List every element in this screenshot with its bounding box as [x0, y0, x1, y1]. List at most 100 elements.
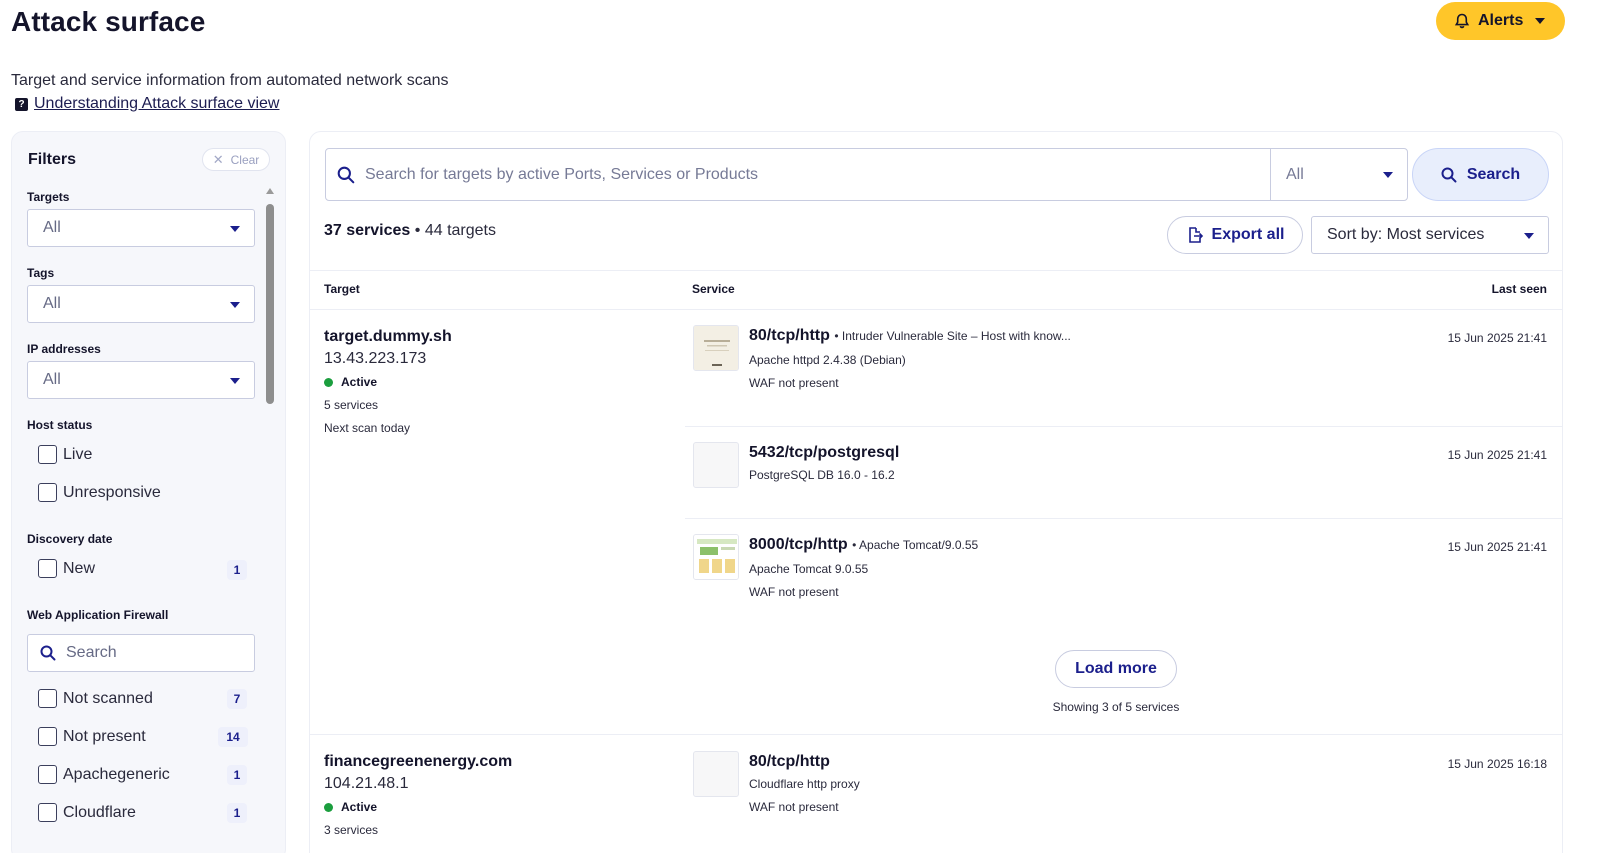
service-port[interactable]: 80/tcp/http — [749, 753, 830, 771]
service-screenshot-thumbnail[interactable] — [693, 325, 739, 371]
service-waf: WAF not present — [749, 585, 839, 599]
scroll-up-arrow[interactable] — [266, 188, 274, 194]
waf-search-placeholder: Search — [66, 644, 117, 661]
targets-filter-select[interactable]: All — [27, 209, 255, 247]
host-status-live-checkbox[interactable]: Live — [38, 445, 92, 464]
service-waf: WAF not present — [749, 800, 839, 814]
service-screenshot-thumbnail[interactable] — [693, 751, 739, 797]
discovery-date-label: Discovery date — [27, 532, 113, 546]
checkbox[interactable] — [38, 689, 57, 708]
count-badge: 1 — [227, 765, 247, 785]
service-port[interactable]: 80/tcp/http • Intruder Vulnerable Site –… — [749, 327, 1071, 345]
count-badge: 14 — [218, 727, 248, 747]
checkbox[interactable] — [38, 559, 57, 578]
targets-filter-value: All — [43, 219, 61, 236]
checkbox[interactable] — [38, 727, 57, 746]
search-button-label: Search — [1466, 165, 1521, 183]
sort-value: Sort by: Most services — [1327, 226, 1485, 243]
column-header-target: Target — [324, 282, 360, 296]
service-port[interactable]: 8000/tcp/http • Apache Tomcat/9.0.55 — [749, 536, 978, 554]
checkbox[interactable] — [38, 483, 57, 502]
chevron-down-icon — [1524, 233, 1534, 239]
help-link-label[interactable]: Understanding Attack surface view — [34, 95, 279, 113]
target-name[interactable]: financegreenenergy.com — [324, 753, 512, 771]
checkbox-label: Not scanned — [63, 689, 153, 707]
load-more-button[interactable]: Load more — [1055, 650, 1177, 688]
service-last-seen: 15 Jun 2025 21:41 — [1447, 331, 1547, 345]
alerts-label: Alerts — [1478, 12, 1524, 29]
filters-title: Filters — [28, 151, 77, 168]
checkbox-label: Apachegeneric — [63, 765, 170, 783]
service-port-label: 80/tcp/http — [749, 327, 830, 344]
service-last-seen: 15 Jun 2025 21:41 — [1447, 540, 1547, 554]
checkbox-label: Unresponsive — [63, 483, 161, 501]
chevron-down-icon — [230, 302, 240, 308]
checkbox[interactable] — [38, 803, 57, 822]
alerts-button[interactable]: Alerts — [1436, 2, 1565, 40]
targets-count: 44 targets — [424, 222, 496, 239]
page-subtitle: Target and service information from auto… — [11, 72, 449, 89]
site-thumbnail-image — [694, 326, 738, 370]
waf-cloudflare-checkbox[interactable]: Cloudflare — [38, 803, 136, 822]
tags-filter-label: Tags — [27, 266, 55, 280]
checkbox-label: Not present — [63, 727, 146, 745]
clear-filters-button[interactable]: ✕ Clear — [202, 148, 270, 171]
waf-apachegeneric-checkbox[interactable]: Apachegeneric — [38, 765, 170, 784]
tags-filter-select[interactable]: All — [27, 285, 255, 323]
status-label: Active — [341, 800, 378, 814]
count-badge: 1 — [227, 560, 247, 580]
sort-select[interactable]: Sort by: Most services — [1311, 216, 1549, 254]
results-panel: Search for targets by active Ports, Serv… — [309, 131, 1563, 853]
ip-filter-value: All — [43, 371, 61, 388]
service-product: PostgreSQL DB 16.0 - 16.2 — [749, 468, 895, 482]
search-scope-select[interactable]: All — [1271, 148, 1407, 201]
waf-not-scanned-checkbox[interactable]: Not scanned — [38, 689, 153, 708]
bell-icon — [1454, 13, 1470, 29]
search-icon — [40, 645, 56, 661]
target-name[interactable]: target.dummy.sh — [324, 328, 452, 346]
export-all-button[interactable]: Export all — [1167, 216, 1303, 254]
export-all-label: Export all — [1211, 226, 1285, 243]
service-port-label: 5432/tcp/postgresql — [749, 444, 900, 461]
divider — [685, 518, 1562, 519]
status-label: Active — [341, 375, 378, 389]
status-badge: Active — [324, 375, 377, 389]
targets-filter-label: Targets — [27, 190, 70, 204]
count-separator: • — [414, 222, 421, 239]
clear-label: Clear — [230, 152, 260, 167]
status-badge: Active — [324, 800, 377, 814]
target-search-bar[interactable]: Search for targets by active Ports, Serv… — [325, 148, 1408, 201]
count-badge: 7 — [227, 689, 247, 709]
help-link[interactable]: ? Understanding Attack surface view — [15, 95, 279, 113]
close-icon: ✕ — [212, 151, 224, 167]
chevron-down-icon — [1383, 172, 1393, 178]
service-screenshot-thumbnail[interactable] — [693, 442, 739, 488]
ip-filter-label: IP addresses — [27, 342, 101, 356]
checkbox[interactable] — [38, 445, 57, 464]
search-button[interactable]: Search — [1412, 148, 1549, 201]
target-ip: 104.21.48.1 — [324, 775, 409, 792]
services-count: 37 services — [324, 222, 411, 239]
service-title: • Intruder Vulnerable Site – Host with k… — [834, 329, 1071, 343]
target-search-input[interactable]: Search for targets by active Ports, Serv… — [365, 166, 1270, 184]
search-icon — [337, 166, 355, 183]
checkbox-label: Live — [63, 445, 93, 463]
service-product: Cloudflare http proxy — [749, 777, 860, 791]
service-screenshot-thumbnail[interactable] — [693, 534, 739, 580]
ip-filter-select[interactable]: All — [27, 361, 255, 399]
target-services-count: 5 services — [324, 398, 379, 412]
filters-scrollbar[interactable] — [266, 204, 274, 404]
service-waf: WAF not present — [749, 376, 839, 390]
divider — [310, 734, 1562, 735]
checkbox-label: New — [63, 559, 96, 577]
service-last-seen: 15 Jun 2025 16:18 — [1447, 757, 1547, 771]
target-services-count: 3 services — [324, 823, 379, 837]
discovery-new-checkbox[interactable]: New — [38, 559, 95, 578]
service-port[interactable]: 5432/tcp/postgresql — [749, 444, 899, 462]
waf-not-present-checkbox[interactable]: Not present — [38, 727, 146, 746]
chevron-down-icon — [230, 226, 240, 232]
host-status-unresponsive-checkbox[interactable]: Unresponsive — [38, 483, 161, 502]
tags-filter-value: All — [43, 295, 61, 312]
waf-search-input[interactable]: Search — [27, 634, 255, 672]
checkbox[interactable] — [38, 765, 57, 784]
